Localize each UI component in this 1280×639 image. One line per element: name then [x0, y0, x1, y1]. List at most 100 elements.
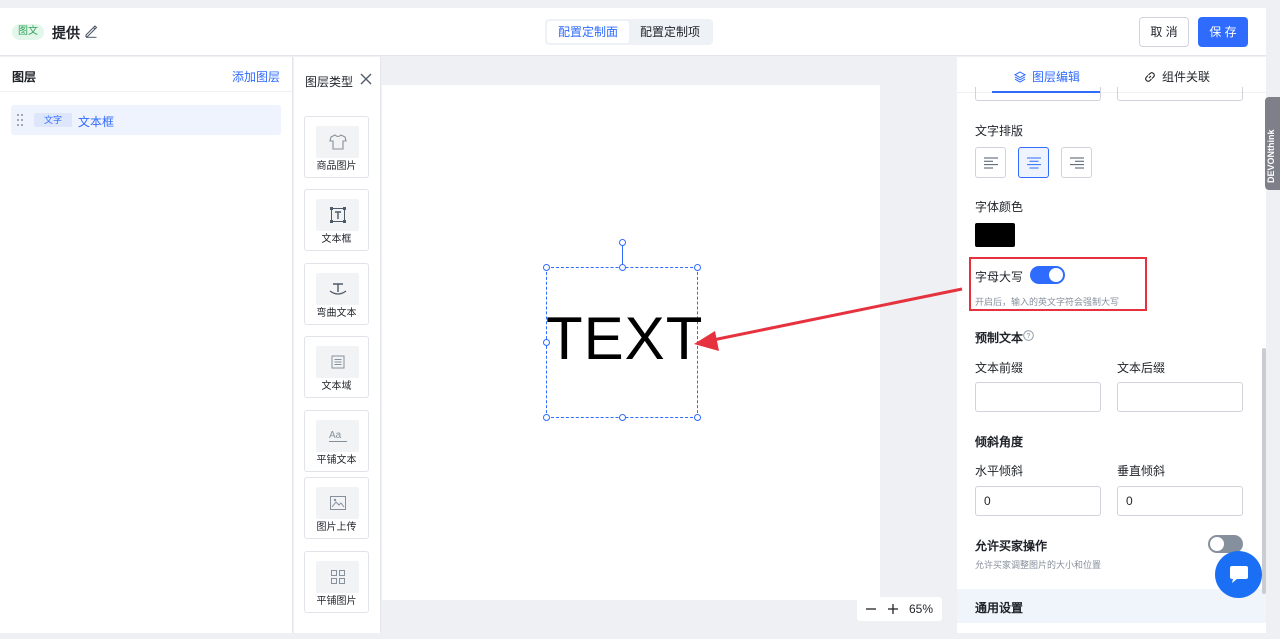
close-icon[interactable]	[360, 73, 372, 85]
canvas-text: TEXT	[546, 305, 704, 372]
buyer-op-hint: 允许买家调整图片的大小和位置	[975, 560, 1102, 570]
skew-horizontal-label: 水平倾斜	[975, 464, 1024, 478]
input-partial[interactable]	[1117, 87, 1243, 101]
zoom-level: 65%	[909, 602, 934, 616]
page-title: 提供	[52, 25, 80, 41]
layer-type-label: 平铺文本	[316, 455, 357, 466]
svg-text:?: ?	[1027, 333, 1031, 340]
resize-handle-bottom-right[interactable]	[694, 414, 701, 421]
input-partial[interactable]	[975, 87, 1101, 101]
selected-text-layer[interactable]: TEXT	[543, 239, 704, 421]
align-center-icon	[1026, 157, 1041, 168]
font-color-swatch[interactable]	[975, 223, 1015, 247]
type-tag: 图文	[12, 24, 44, 40]
tab-layer-edit[interactable]: 图层编辑	[1014, 68, 1080, 85]
layers-icon	[1014, 70, 1026, 83]
resize-handle-top-left[interactable]	[543, 264, 550, 271]
chat-icon	[1229, 565, 1248, 583]
devonthink-label: DEVONthink	[1266, 129, 1276, 183]
edit-pencil-icon[interactable]	[84, 24, 98, 38]
suffix-label: 文本后缀	[1117, 361, 1166, 375]
align-center-button[interactable]	[1018, 147, 1049, 178]
layer-type-label: 文本域	[321, 381, 352, 392]
prefix-label: 文本前缀	[975, 361, 1024, 375]
layer-type-text-area[interactable]: 文本域	[304, 336, 369, 398]
buyer-op-label: 允许买家操作	[975, 539, 1048, 553]
layer-type-tiled-text[interactable]: Aa 平铺文本	[304, 410, 369, 472]
properties-panel: 图层编辑 组件关联 文字排版 字体颜色 字母大写 开启后，输入的英文字符会强制大…	[957, 57, 1266, 633]
tshirt-icon	[316, 126, 359, 158]
resize-handle-bottom[interactable]	[619, 414, 626, 421]
tab-config-surface[interactable]: 配置定制面	[547, 21, 630, 43]
zoom-controls: 65%	[857, 597, 942, 621]
zoom-out-icon[interactable]	[865, 603, 877, 615]
layer-type-product-image[interactable]: 商品图片	[304, 116, 369, 178]
tab-layer-edit-label: 图层编辑	[1032, 70, 1081, 84]
layer-type-label: 平铺图片	[316, 596, 357, 607]
tiled-text-icon: Aa	[316, 420, 359, 452]
rotate-handle[interactable]	[619, 239, 626, 246]
layer-types-panel: 图层类型 商品图片 文本框 弯曲文本 文本域 Aa 平铺文本 图片上传 平铺图片	[294, 57, 381, 633]
layer-type-curved-text[interactable]: 弯曲文本	[304, 263, 369, 325]
tab-component-link[interactable]: 组件关联	[1144, 68, 1210, 85]
tab-config-items[interactable]: 配置定制项	[629, 21, 711, 43]
preset-text-label: 预制文本	[975, 331, 1024, 345]
tiled-image-icon	[316, 561, 359, 593]
layers-panel: 图层 添加图层 文字 文本框	[0, 57, 293, 633]
layer-item[interactable]: 文字 文本框	[11, 105, 281, 135]
svg-text:Aa: Aa	[329, 430, 342, 441]
text-align-label: 文字排版	[975, 124, 1024, 138]
cancel-button[interactable]: 取 消	[1139, 17, 1189, 47]
uppercase-toggle[interactable]	[1030, 266, 1065, 284]
skew-vertical-input[interactable]: 0	[1117, 486, 1243, 516]
layer-type-image-upload[interactable]: 图片上传	[304, 477, 369, 539]
drag-handle-icon[interactable]	[16, 113, 24, 127]
text-box-icon	[316, 199, 359, 231]
skew-horizontal-input[interactable]: 0	[975, 486, 1101, 516]
canvas-area: TEXT 65%	[382, 57, 956, 633]
text-area-icon	[316, 346, 359, 378]
layer-type-label: 商品图片	[316, 161, 357, 172]
resize-handle-top-right[interactable]	[694, 264, 701, 271]
resize-handle-bottom-left[interactable]	[543, 414, 550, 421]
devonthink-side-tab[interactable]: DEVONthink	[1265, 97, 1280, 190]
toggle-knob	[1049, 268, 1063, 282]
tab-component-link-label: 组件关联	[1162, 70, 1211, 84]
properties-scrollbar[interactable]	[1262, 348, 1266, 594]
font-color-label: 字体颜色	[975, 200, 1024, 214]
layers-header: 图层 添加图层	[0, 57, 292, 92]
uppercase-hint: 开启后，输入的英文字符会强制大写	[975, 297, 1120, 307]
layer-type-label: 文本框	[321, 234, 352, 245]
suffix-input[interactable]	[1117, 382, 1243, 412]
layer-type-tiled-image[interactable]: 平铺图片	[304, 551, 369, 613]
chat-button[interactable]	[1215, 551, 1262, 598]
prefix-input[interactable]	[975, 382, 1101, 412]
layer-type-tag: 文字	[34, 113, 73, 127]
align-left-icon	[983, 157, 998, 168]
add-layer-link[interactable]: 添加图层	[232, 68, 280, 85]
layer-type-label: 图片上传	[316, 522, 357, 533]
resize-handle-top[interactable]	[619, 264, 626, 271]
uppercase-label: 字母大写	[975, 270, 1024, 284]
layer-type-text-box[interactable]: 文本框	[304, 189, 369, 251]
general-settings-label: 通用设置	[975, 601, 1024, 615]
layers-title: 图层	[12, 70, 37, 84]
curved-text-icon	[316, 273, 359, 305]
layer-name: 文本框	[78, 115, 115, 129]
help-icon[interactable]: ?	[1023, 330, 1034, 341]
general-settings-section[interactable]: 通用设置	[957, 589, 1266, 623]
toggle-knob	[1210, 537, 1224, 551]
link-icon	[1145, 71, 1155, 82]
save-button[interactable]: 保 存	[1198, 17, 1248, 47]
align-right-button[interactable]	[1061, 147, 1092, 178]
config-tab-group: 配置定制面 配置定制项	[545, 19, 714, 45]
skew-label: 倾斜角度	[975, 435, 1024, 449]
top-header: 图文 提供 配置定制面 配置定制项 取 消 保 存	[0, 8, 1266, 56]
layer-types-title: 图层类型	[305, 75, 354, 89]
align-left-button[interactable]	[975, 147, 1006, 178]
zoom-in-icon[interactable]	[887, 603, 899, 615]
image-upload-icon	[316, 487, 359, 519]
layer-type-label: 弯曲文本	[316, 308, 357, 319]
align-right-icon	[1069, 157, 1084, 168]
artboard[interactable]: TEXT	[382, 85, 880, 600]
